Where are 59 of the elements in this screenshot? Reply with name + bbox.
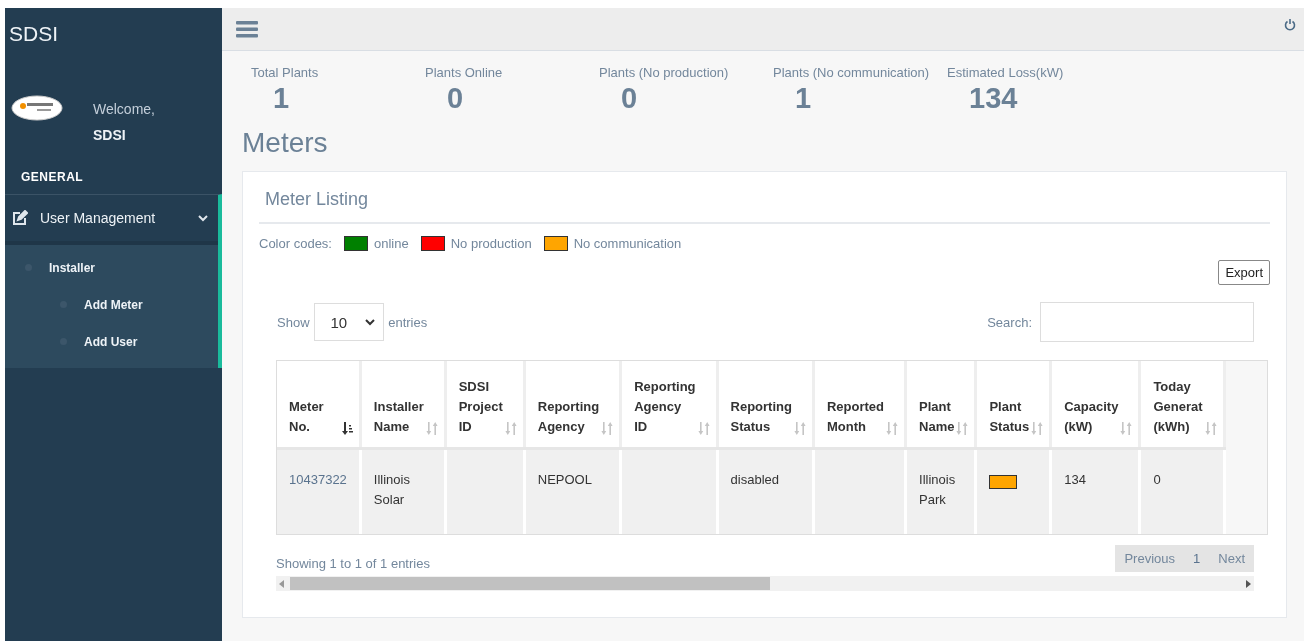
- column-header[interactable]: Reporting Agency: [524, 361, 621, 449]
- logo-icon: [11, 95, 63, 121]
- scrollbar-thumb[interactable]: [290, 577, 770, 590]
- edit-icon: [12, 210, 28, 226]
- column-header[interactable]: Plant Name: [905, 361, 976, 449]
- table-info: Showing 1 to 1 of 1 entries: [276, 555, 430, 571]
- column-header[interactable]: Reporting Status: [717, 361, 814, 449]
- page-title: Meters: [242, 128, 329, 158]
- entries-label: entries: [388, 314, 428, 330]
- search-label: Search:: [987, 314, 1032, 330]
- legend-text: No production: [450, 236, 532, 251]
- stat-value: 0: [620, 82, 638, 115]
- submenu-item[interactable]: Installer: [49, 260, 96, 275]
- table-cell: 134: [1064, 472, 1086, 487]
- page-size-select[interactable]: 10: [313, 303, 385, 341]
- card-title: Meter Listing: [259, 189, 1270, 224]
- export-button[interactable]: Export: [1218, 260, 1270, 285]
- submenu-item[interactable]: Add User: [84, 334, 138, 349]
- submenu-item[interactable]: Add Meter: [84, 297, 143, 312]
- stat-label: Estimated Loss(kW): [947, 65, 1064, 80]
- column-header[interactable]: Today Generat (kWh): [1139, 361, 1224, 449]
- meter-link[interactable]: 10437322: [289, 472, 347, 487]
- table-cell: Illinois Park: [919, 472, 956, 507]
- column-header[interactable]: Capacity (kW): [1050, 361, 1140, 449]
- stat-label: Plants (No production): [599, 65, 729, 80]
- column-header[interactable]: Reporting Agency ID: [620, 361, 718, 449]
- legend-text: online: [374, 236, 409, 251]
- power-icon: [1284, 18, 1296, 31]
- table-cell: disabled: [730, 472, 779, 487]
- column-header[interactable]: SDSI Project ID: [445, 361, 525, 449]
- page-link[interactable]: 1: [1184, 545, 1210, 572]
- table-cell: Illinois Solar: [373, 472, 410, 507]
- chevron-icon: [365, 318, 376, 326]
- stat-label: Plants (No communication): [773, 65, 930, 80]
- stat-label: Total Plants: [251, 65, 319, 80]
- table-cell: 0: [1153, 472, 1161, 487]
- show-label: Show: [277, 314, 310, 330]
- stat-value: 0: [446, 82, 464, 115]
- stat-value: 1: [272, 82, 290, 115]
- stat-value: 1: [794, 82, 812, 115]
- stat-value: 134: [968, 82, 1018, 115]
- chevron-icon: [198, 214, 208, 222]
- brand-title: SDSI: [8, 21, 59, 47]
- welcome-text: Welcome,: [93, 101, 155, 117]
- legend-text: No communication: [573, 236, 682, 251]
- arrow-left-icon: [279, 579, 284, 588]
- table-cell: NEPOOL: [537, 472, 592, 487]
- column-header[interactable]: Reported Month: [813, 361, 906, 449]
- section-heading: GENERAL: [20, 169, 85, 186]
- stat-label: Plants Online: [425, 65, 503, 80]
- menu-icon: [236, 20, 258, 38]
- user-name: SDSI: [93, 127, 127, 143]
- column-header[interactable]: Installer Name: [360, 361, 446, 449]
- search-field[interactable]: [1040, 302, 1254, 342]
- horizontal-scrollbar[interactable]: [276, 576, 1254, 591]
- column-header[interactable]: Meter No.: [277, 361, 361, 449]
- legend-label: Color codes:: [259, 236, 332, 251]
- column-header[interactable]: Plant Status: [975, 361, 1051, 449]
- arrow-right-icon: [1246, 579, 1251, 588]
